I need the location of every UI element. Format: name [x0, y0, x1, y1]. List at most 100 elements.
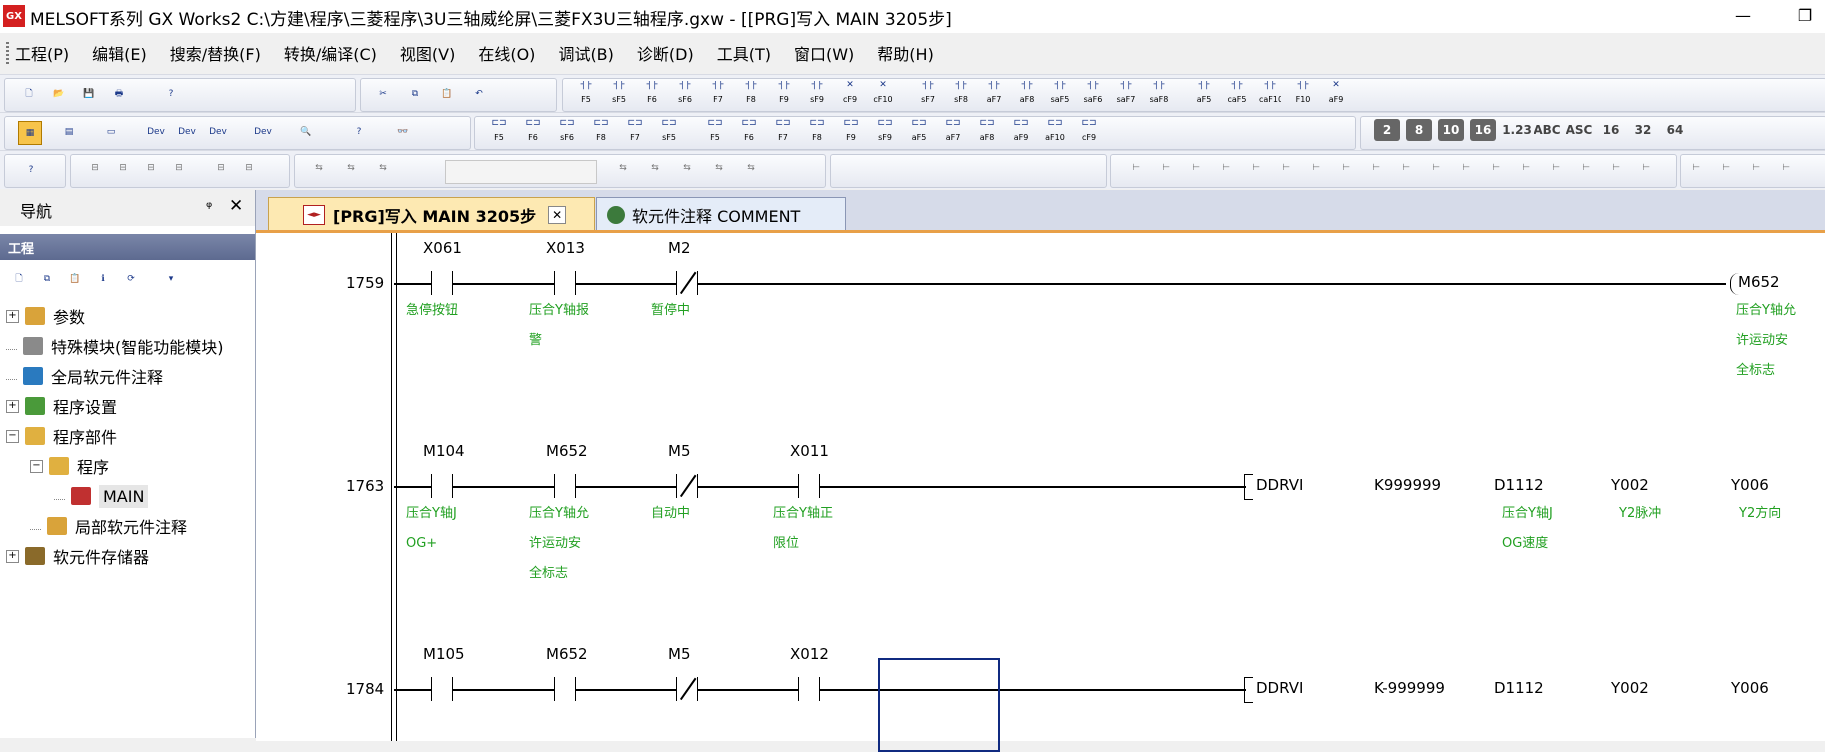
- fbd-tool-0-icon[interactable]: ⊢: [1125, 157, 1147, 179]
- device-batch-icon[interactable]: Dev: [176, 121, 198, 143]
- number-format-3-button[interactable]: 16: [1470, 119, 1496, 141]
- menu-help[interactable]: 帮助(H): [877, 41, 934, 65]
- tab-device-comment[interactable]: 软元件注释 COMMENT: [596, 197, 846, 231]
- device-register-icon[interactable]: Dev: [207, 121, 229, 143]
- sfc-tool-5-button[interactable]: ⊏⊐ sF5: [658, 119, 680, 141]
- contact-device[interactable]: X012: [790, 645, 829, 663]
- instruction-operand[interactable]: Y002: [1611, 679, 1649, 697]
- fbd-tool-19-icon[interactable]: ⊢: [1715, 157, 1737, 179]
- sfc-tool-1-button[interactable]: ⊏⊐ F6: [522, 119, 544, 141]
- compare-tool-5-icon[interactable]: ⇆: [676, 157, 698, 179]
- menu-tool[interactable]: 工具(T): [717, 41, 771, 65]
- ladder-tool-11-button[interactable]: ┤├ sF8: [950, 81, 972, 103]
- compare-tool-3-icon[interactable]: ⇆: [612, 157, 634, 179]
- device-monitor-icon[interactable]: Dev: [252, 121, 274, 143]
- fbd-tool-12-icon[interactable]: ⊢: [1485, 157, 1507, 179]
- no-contact-icon[interactable]: [798, 474, 820, 498]
- layout-tool-5-icon[interactable]: ⊟: [238, 157, 260, 179]
- ladder-tool-13-button[interactable]: ┤├ aF8: [1016, 81, 1038, 103]
- contact-device[interactable]: M104: [423, 442, 465, 460]
- layout-tool-4-icon[interactable]: ⊟: [210, 157, 232, 179]
- ladder-tool-0-button[interactable]: ┤├ F5: [575, 81, 597, 103]
- number-format-8-button[interactable]: 32: [1630, 119, 1656, 141]
- new-file-icon[interactable]: 🗋: [18, 83, 40, 105]
- contact-device[interactable]: M5: [668, 442, 691, 460]
- no-contact-icon[interactable]: [431, 271, 453, 295]
- find-device-icon[interactable]: 🔍: [295, 121, 317, 143]
- number-format-5-button[interactable]: ABC: [1534, 119, 1560, 141]
- ladder-tool-7-button[interactable]: ┤├ sF9: [806, 81, 828, 103]
- new-data-icon[interactable]: 🗋: [8, 268, 30, 290]
- compare-tool-0-icon[interactable]: ⇆: [308, 157, 330, 179]
- number-format-2-button[interactable]: 10: [1438, 119, 1464, 141]
- tab-close-icon[interactable]: ✕: [548, 205, 567, 224]
- undo-icon[interactable]: ↶: [468, 83, 490, 105]
- tree-item[interactable]: − 程序: [30, 452, 109, 480]
- ladder-tool-9-button[interactable]: ✕ cF10: [872, 81, 894, 103]
- open-file-icon[interactable]: 📂: [48, 83, 70, 105]
- no-contact-icon[interactable]: [554, 271, 576, 295]
- ladder-tool-6-button[interactable]: ┤├ F9: [773, 81, 795, 103]
- fbd-tool-14-icon[interactable]: ⊢: [1545, 157, 1567, 179]
- output-coil[interactable]: M652: [1738, 273, 1780, 291]
- sfc-tool-11-button[interactable]: ⊏⊐ sF9: [874, 119, 896, 141]
- nc-contact-icon[interactable]: [676, 271, 698, 295]
- sfc-tool-12-button[interactable]: ⊏⊐ aF5: [908, 119, 930, 141]
- compare-tool-6-icon[interactable]: ⇆: [708, 157, 730, 179]
- sort-icon[interactable]: ▾: [160, 268, 182, 290]
- pin-icon[interactable]: ᵠ: [206, 198, 212, 216]
- instruction-operand[interactable]: Y006: [1731, 679, 1769, 697]
- fbd-tool-4-icon[interactable]: ⊢: [1245, 157, 1267, 179]
- menubar-grip-icon[interactable]: [6, 42, 9, 64]
- contact-device[interactable]: X013: [546, 239, 585, 257]
- close-icon[interactable]: ✕: [229, 196, 243, 216]
- contact-device[interactable]: M105: [423, 645, 465, 663]
- ladder-tool-18-button[interactable]: ┤├ aF5: [1193, 81, 1215, 103]
- tab-main-program[interactable]: ◄► [PRG]写入 MAIN 3205步 ✕: [268, 197, 595, 231]
- contact-device[interactable]: M2: [668, 239, 691, 257]
- properties-icon[interactable]: ℹ: [92, 268, 114, 290]
- ladder-tool-1-button[interactable]: ┤├ sF5: [608, 81, 630, 103]
- sfc-tool-8-button[interactable]: ⊏⊐ F7: [772, 119, 794, 141]
- compare-tool-4-icon[interactable]: ⇆: [644, 157, 666, 179]
- number-format-1-button[interactable]: 8: [1406, 119, 1432, 141]
- contact-device[interactable]: M5: [668, 645, 691, 663]
- instruction-operand[interactable]: D1112: [1494, 476, 1544, 494]
- menu-window[interactable]: 窗口(W): [794, 41, 854, 65]
- tree-item[interactable]: + 程序设置: [6, 392, 117, 420]
- fbd-tool-21-icon[interactable]: ⊢: [1775, 157, 1797, 179]
- number-format-9-button[interactable]: 64: [1662, 119, 1688, 141]
- sfc-tool-2-button[interactable]: ⊏⊐ sF6: [556, 119, 578, 141]
- no-contact-icon[interactable]: [431, 677, 453, 701]
- copy-data-icon[interactable]: ⧉: [36, 268, 58, 290]
- fbd-tool-10-icon[interactable]: ⊢: [1425, 157, 1447, 179]
- ladder-tool-4-button[interactable]: ┤├ F7: [707, 81, 729, 103]
- help-icon[interactable]: ?: [160, 83, 182, 105]
- fbd-tool-5-icon[interactable]: ⊢: [1275, 157, 1297, 179]
- ladder-tool-22-button[interactable]: ✕ aF9: [1325, 81, 1347, 103]
- ladder-tool-16-button[interactable]: ┤├ saF7: [1115, 81, 1137, 103]
- sfc-tool-3-button[interactable]: ⊏⊐ F8: [590, 119, 612, 141]
- sfc-tool-10-button[interactable]: ⊏⊐ F9: [840, 119, 862, 141]
- sfc-tool-14-button[interactable]: ⊏⊐ aF8: [976, 119, 998, 141]
- tree-item[interactable]: 全局软元件注释: [6, 362, 163, 390]
- menu-project[interactable]: 工程(P): [15, 41, 69, 65]
- fbd-tool-20-icon[interactable]: ⊢: [1745, 157, 1767, 179]
- no-contact-icon[interactable]: [431, 474, 453, 498]
- ladder-tool-2-button[interactable]: ┤├ F6: [641, 81, 663, 103]
- sfc-tool-13-button[interactable]: ⊏⊐ aF7: [942, 119, 964, 141]
- compare-tool-1-icon[interactable]: ⇆: [340, 157, 362, 179]
- fbd-tool-9-icon[interactable]: ⊢: [1395, 157, 1417, 179]
- paste-data-icon[interactable]: 📋: [64, 268, 86, 290]
- sfc-tool-6-button[interactable]: ⊏⊐ F5: [704, 119, 726, 141]
- layout-tool-2-icon[interactable]: ⊟: [140, 157, 162, 179]
- contact-device[interactable]: M652: [546, 442, 588, 460]
- fbd-tool-8-icon[interactable]: ⊢: [1365, 157, 1387, 179]
- save-icon[interactable]: 💾: [78, 83, 100, 105]
- no-contact-icon[interactable]: [554, 474, 576, 498]
- ladder-tool-3-button[interactable]: ┤├ sF6: [674, 81, 696, 103]
- help-disabled-icon[interactable]: ?: [20, 159, 42, 181]
- instruction-operand[interactable]: D1112: [1494, 679, 1544, 697]
- sfc-tool-17-button[interactable]: ⊏⊐ cF9: [1078, 119, 1100, 141]
- tree-item[interactable]: − 程序部件: [6, 422, 117, 450]
